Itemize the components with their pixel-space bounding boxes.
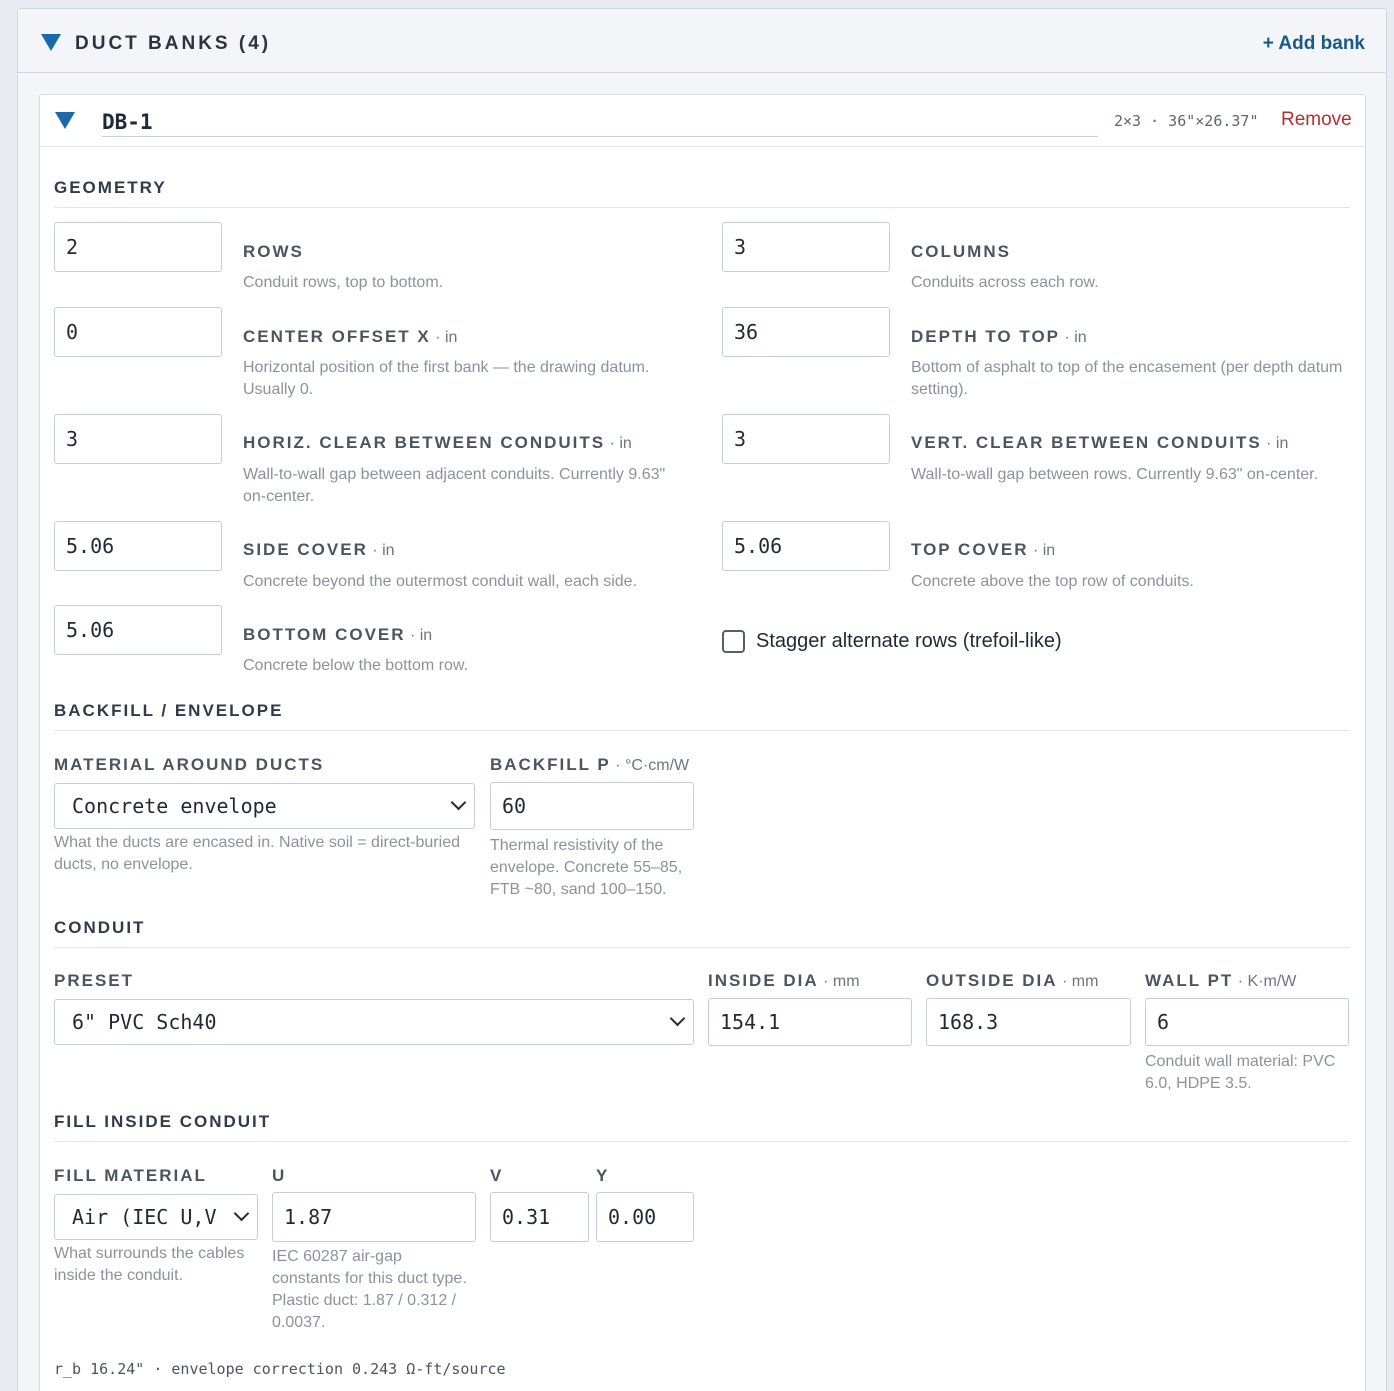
stagger-label[interactable]: Stagger alternate rows (trefoil-like) — [756, 630, 1062, 653]
top-cover-label: TOP COVER · in — [911, 540, 1056, 559]
center-offset-label: CENTER OFFSET X · in — [243, 327, 458, 346]
conduit-preset-select[interactable]: 6" PVC Sch40 — [54, 999, 694, 1045]
material-help: What the ducts are encased in. Native so… — [54, 834, 460, 873]
columns-label: COLUMNS — [911, 242, 1011, 261]
vert-clear-input[interactable] — [722, 414, 890, 464]
outside-dia-input[interactable] — [926, 998, 1131, 1046]
side-cover-input[interactable] — [54, 521, 222, 571]
vert-clear-help: Wall-to-wall gap between rows. Currently… — [911, 466, 1319, 483]
y-input[interactable] — [596, 1192, 694, 1242]
backfill-rho-input[interactable] — [490, 782, 694, 830]
fill-material-select[interactable]: Air (IEC U,V — [54, 1194, 258, 1240]
add-bank-button[interactable]: + Add bank — [1263, 33, 1365, 55]
horiz-clear-help: Wall-to-wall gap between adjacent condui… — [243, 466, 666, 505]
wall-pt-help: Conduit wall material: PVC 6.0, HDPE 3.5… — [1145, 1053, 1336, 1092]
v-input[interactable] — [490, 1192, 589, 1242]
bottom-cover-help: Concrete below the bottom row. — [243, 657, 469, 674]
rows-label: ROWS — [243, 242, 304, 261]
preset-label: PRESET — [54, 971, 135, 990]
depth-to-top-label: DEPTH TO TOP · in — [911, 327, 1087, 346]
rows-help: Conduit rows, top to bottom. — [243, 274, 444, 291]
bank-dimensions: 2×3 · 36"×26.37" — [1114, 112, 1259, 130]
collapse-triangle-icon[interactable] — [55, 112, 75, 129]
fill-material-label: FILL MATERIAL — [54, 1166, 207, 1185]
depth-to-top-input[interactable] — [722, 307, 890, 357]
horiz-clear-input[interactable] — [54, 414, 222, 464]
panel-title: DUCT BANKS (4) — [75, 33, 272, 54]
u-help: IEC 60287 air-gap constants for this duc… — [272, 1248, 467, 1331]
fill-heading: FILL INSIDE CONDUIT — [54, 1112, 1350, 1142]
fill-material-selected-value: Air (IEC U,V — [72, 1205, 217, 1229]
bank-card-header: 2×3 · 36"×26.37" Remove — [40, 95, 1365, 147]
preset-selected-value: 6" PVC Sch40 — [72, 1010, 217, 1034]
chevron-down-icon — [669, 1010, 686, 1027]
bottom-cover-label: BOTTOM COVER · in — [243, 625, 433, 644]
top-cover-help: Concrete above the top row of conduits. — [911, 573, 1194, 590]
duct-banks-header[interactable]: DUCT BANKS (4) + Add bank — [18, 9, 1386, 73]
side-cover-help: Concrete beyond the outermost conduit wa… — [243, 573, 638, 590]
horiz-clear-label: HORIZ. CLEAR BETWEEN CONDUITS · in — [243, 433, 632, 452]
y-label: Y — [596, 1166, 610, 1185]
stagger-checkbox[interactable] — [722, 630, 745, 653]
vert-clear-label: VERT. CLEAR BETWEEN CONDUITS · in — [911, 433, 1289, 452]
outside-dia-label: OUTSIDE DIA · mm — [926, 971, 1099, 990]
side-cover-label: SIDE COVER · in — [243, 540, 395, 559]
backfill-rho-label: BACKFILL Ρ · °C·cm/W — [490, 755, 690, 774]
rows-input[interactable] — [54, 222, 222, 272]
inside-dia-label: INSIDE DIA · mm — [708, 971, 860, 990]
top-cover-input[interactable] — [722, 521, 890, 571]
envelope-summary: r_b 16.24" · envelope correction 0.243 Ω… — [54, 1360, 506, 1378]
columns-input[interactable] — [722, 222, 890, 272]
u-input[interactable] — [272, 1192, 476, 1242]
geometry-heading: GEOMETRY — [54, 178, 1350, 208]
material-around-ducts-label: MATERIAL AROUND DUCTS — [54, 755, 325, 774]
conduit-heading: CONDUIT — [54, 918, 1350, 948]
bottom-cover-input[interactable] — [54, 605, 222, 655]
remove-bank-button[interactable]: Remove — [1281, 109, 1352, 131]
material-selected-value: Concrete envelope — [72, 794, 277, 818]
depth-to-top-help: Bottom of asphalt to top of the encaseme… — [911, 359, 1343, 398]
duct-bank-card: 2×3 · 36"×26.37" Remove GEOMETRY ROWS Co… — [39, 94, 1366, 1391]
chevron-down-icon — [233, 1205, 250, 1222]
u-label: U — [272, 1166, 287, 1185]
center-offset-input[interactable] — [54, 307, 222, 357]
material-around-ducts-select[interactable]: Concrete envelope — [54, 783, 475, 829]
wall-pt-input[interactable] — [1145, 998, 1349, 1046]
wall-pt-label: WALL PT · K·m/W — [1145, 971, 1297, 990]
fill-material-help: What surrounds the cables inside the con… — [54, 1245, 245, 1284]
bank-name-input[interactable] — [102, 107, 1098, 137]
backfill-heading: BACKFILL / ENVELOPE — [54, 701, 1350, 731]
backfill-rho-help: Thermal resistivity of the envelope. Con… — [490, 837, 683, 898]
inside-dia-input[interactable] — [708, 998, 912, 1046]
chevron-down-icon — [450, 794, 467, 811]
collapse-triangle-icon[interactable] — [41, 34, 61, 51]
center-offset-help: Horizontal position of the first bank — … — [243, 359, 650, 398]
columns-help: Conduits across each row. — [911, 274, 1099, 291]
duct-banks-panel: DUCT BANKS (4) + Add bank 2×3 · 36"×26.3… — [17, 8, 1387, 1391]
v-label: V — [490, 1166, 504, 1185]
